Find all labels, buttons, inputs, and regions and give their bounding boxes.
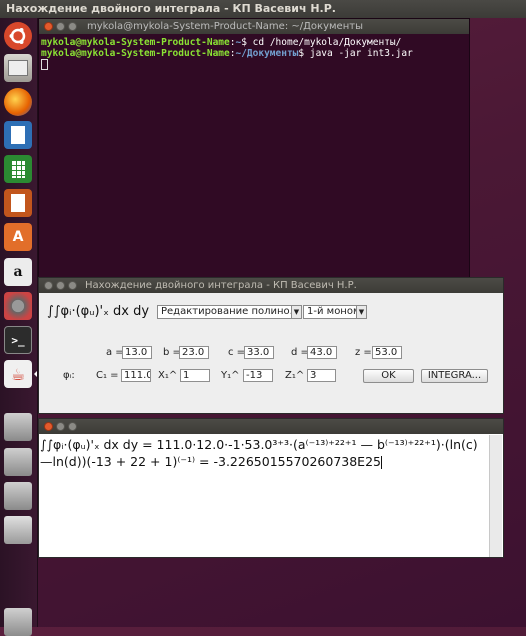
z-field[interactable]: 53.0: [372, 346, 402, 359]
chevron-down-icon[interactable]: ▼: [356, 305, 367, 319]
result-output[interactable]: ∫∫φᵢ·(φᵤ)'ₓ dx dy = 111.0·12.0·-1·53.0³⁺…: [40, 436, 488, 470]
files-icon[interactable]: [4, 54, 32, 82]
close-icon[interactable]: [44, 281, 53, 290]
x1-field[interactable]: 1: [180, 369, 210, 382]
terminal-icon[interactable]: >_: [4, 326, 32, 354]
formula-label: ∫∫φᵢ·(φᵤ)'ₓ dx dy: [47, 304, 150, 319]
a-field[interactable]: 13.0: [122, 346, 152, 359]
ok-button[interactable]: OK: [363, 369, 414, 383]
settings-icon[interactable]: [4, 292, 32, 320]
result-text: ∫∫φᵢ·(φᵤ)'ₓ dx dy = 111.0·12.0·-1·53.0³⁺…: [40, 437, 482, 469]
close-icon[interactable]: [44, 22, 53, 31]
firefox-icon[interactable]: [4, 88, 32, 116]
terminal-output[interactable]: mykola@mykola-System-Product-Name:~$ cd …: [39, 34, 469, 73]
c-field[interactable]: 33.0: [244, 346, 274, 359]
amazon-icon[interactable]: a: [4, 258, 32, 286]
form-titlebar[interactable]: Нахождение двойного интеграла - КП Васев…: [39, 278, 503, 293]
y1-field[interactable]: -13: [243, 369, 273, 382]
result-titlebar[interactable]: [39, 419, 503, 434]
terminal-cursor: [41, 59, 48, 70]
z1-label: Z₁^: [285, 370, 305, 381]
usb-icon[interactable]: [4, 516, 32, 544]
maximize-icon[interactable]: [68, 422, 77, 431]
integrate-button[interactable]: INTEGRA...: [421, 369, 488, 383]
chevron-down-icon[interactable]: ▼: [291, 305, 302, 319]
writer-icon[interactable]: [4, 121, 32, 149]
drive-icon[interactable]: [4, 413, 32, 441]
close-icon[interactable]: [44, 422, 53, 431]
launcher: A a >_ ☕: [0, 18, 38, 636]
prompt-path: ~/Документы: [235, 48, 299, 59]
result-scrollbar[interactable]: [489, 435, 502, 557]
calc-icon[interactable]: [4, 155, 32, 183]
prompt-user: mykola@mykola-System-Product-Name: [41, 48, 230, 59]
window-title: Нахождение двойного интеграла - КП Васев…: [6, 2, 336, 15]
ubuntu-icon[interactable]: [4, 22, 32, 50]
z-label: z =: [355, 347, 372, 358]
text-cursor: [381, 456, 382, 469]
top-panel: Нахождение двойного интеграла - КП Васев…: [0, 0, 526, 18]
minimize-icon[interactable]: [56, 22, 65, 31]
x1-label: X₁^: [158, 370, 178, 381]
command-text: $ java -jar int3.jar: [298, 48, 413, 59]
active-indicator: [34, 371, 37, 377]
phi-label: φᵢ:: [63, 370, 75, 381]
java-icon[interactable]: ☕: [4, 360, 32, 388]
monomial-select[interactable]: 1-й моном: [303, 305, 357, 319]
impress-icon[interactable]: [4, 189, 32, 217]
terminal-titlebar[interactable]: mykola@mykola-System-Product-Name: ~/Док…: [39, 19, 469, 34]
c1-label: C₁ =: [96, 370, 119, 381]
maximize-icon[interactable]: [68, 281, 77, 290]
b-field[interactable]: 23.0: [179, 346, 209, 359]
command-text: $ cd /home/mykola/Документы/: [241, 37, 402, 48]
drive-icon[interactable]: [4, 482, 32, 510]
terminal-window[interactable]: mykola@mykola-System-Product-Name: ~/Док…: [38, 18, 470, 280]
z1-field[interactable]: 3: [307, 369, 336, 382]
result-window[interactable]: ∫∫φᵢ·(φᵤ)'ₓ dx dy = 111.0·12.0·-1·53.0³⁺…: [38, 418, 504, 558]
y1-label: Y₁^: [221, 370, 240, 381]
form-title: Нахождение двойного интеграла - КП Васев…: [85, 280, 357, 291]
trash-icon[interactable]: [4, 608, 32, 636]
software-center-icon[interactable]: A: [4, 223, 32, 251]
polynomial-mode-select[interactable]: Редактирование полино...: [157, 305, 292, 319]
integral-form-window[interactable]: Нахождение двойного интеграла - КП Васев…: [38, 277, 504, 414]
terminal-title: mykola@mykola-System-Product-Name: ~/Док…: [87, 21, 363, 32]
minimize-icon[interactable]: [56, 281, 65, 290]
drive-icon[interactable]: [4, 448, 32, 476]
prompt-user: mykola@mykola-System-Product-Name: [41, 37, 230, 48]
minimize-icon[interactable]: [56, 422, 65, 431]
d-field[interactable]: 43.0: [307, 346, 337, 359]
c1-field[interactable]: 111.0: [121, 369, 151, 382]
maximize-icon[interactable]: [68, 22, 77, 31]
c-label: c =: [228, 347, 246, 358]
